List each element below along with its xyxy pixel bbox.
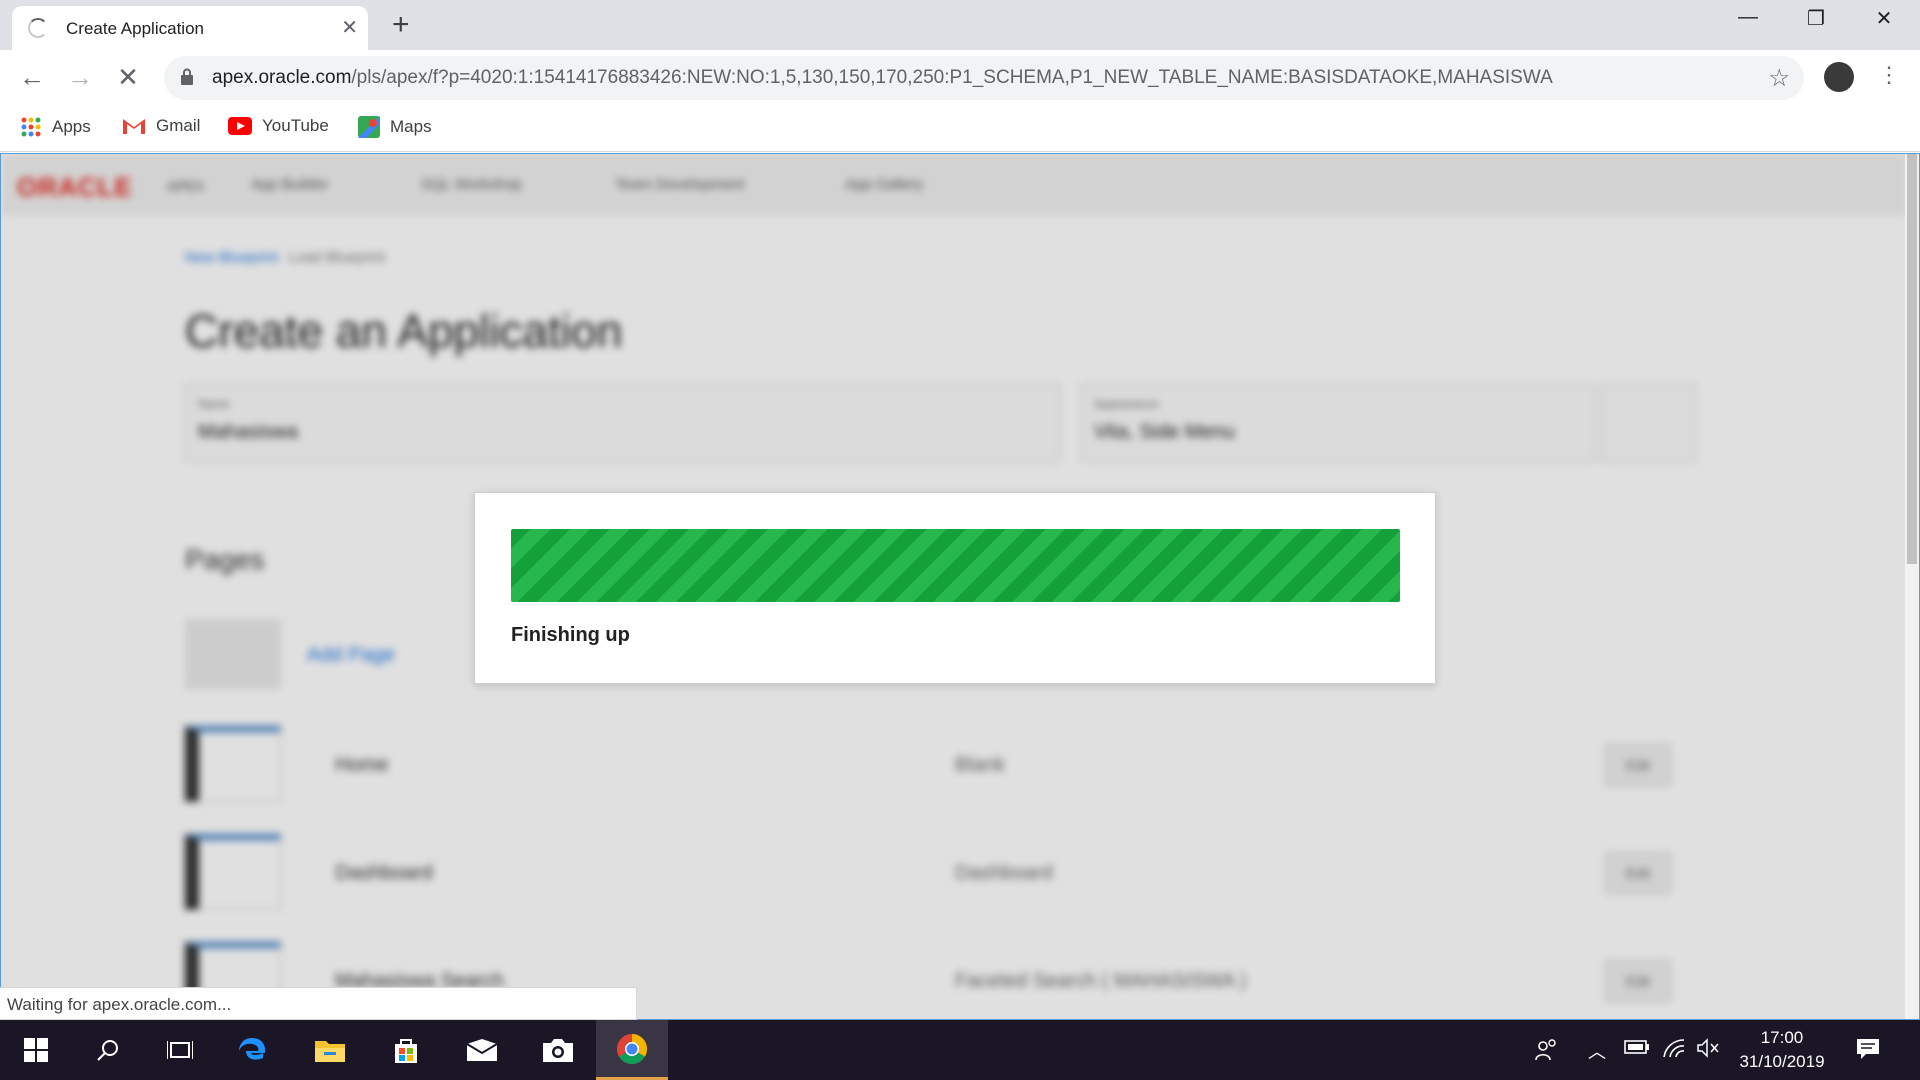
mail-icon [466,1039,498,1061]
status-text: Waiting for apex.oracle.com... [7,995,232,1014]
bookmark-label: Maps [390,117,432,136]
page-scrollbar[interactable] [1905,154,1919,1019]
apps-grid-icon [21,117,41,137]
mail-taskbar-button[interactable] [446,1020,518,1080]
close-tab-icon[interactable]: ✕ [341,15,358,40]
folder-icon [315,1041,345,1062]
start-button[interactable] [0,1020,72,1080]
close-window-button[interactable]: ✕ [1864,6,1904,31]
address-bar[interactable]: apex.oracle.com/pls/apex/f?p=4020:1:1541… [164,56,1804,100]
wifi-icon[interactable] [1662,1038,1686,1064]
forward-button[interactable]: → [64,62,96,92]
back-button[interactable]: ← [16,62,48,92]
stop-loading-button[interactable]: ✕ [112,62,144,92]
clock-time: 17:00 [1760,1028,1804,1047]
bookmarks-bar: Apps Gmail YouTube Maps [0,106,1920,152]
browser-menu-icon[interactable]: ⋮ [1878,62,1900,88]
url-host: apex.oracle.com [212,67,352,88]
chrome-icon [616,1033,648,1064]
url-path: /pls/apex/f?p=4020:1:15414176883426:NEW:… [351,67,1553,88]
browser-toolbar: ← → ✕ apex.oracle.com/pls/apex/f?p=4020:… [0,50,1920,106]
bookmark-maps[interactable]: Maps [358,116,432,138]
url-text: apex.oracle.com/pls/apex/f?p=4020:1:1541… [212,67,1553,89]
new-tab-button[interactable]: + [392,8,410,42]
tab-strip: Create Application ✕ + — ❐ ✕ [0,0,1920,50]
chrome-taskbar-button[interactable] [596,1020,668,1080]
wifi-glyph-icon [1663,1039,1685,1058]
tab-title: Create Application [66,19,204,38]
progress-bar [511,529,1400,602]
show-hidden-icons-chevron-icon[interactable]: ︿ [1588,1038,1606,1064]
browser-tab[interactable]: Create Application ✕ [12,6,368,50]
search-icon [97,1040,118,1061]
edge-icon [239,1038,266,1060]
gmail-icon [123,119,145,134]
maps-icon [358,116,380,138]
progress-message: Finishing up [511,624,630,646]
bookmark-youtube[interactable]: YouTube [228,116,329,136]
minimize-window-button[interactable]: — [1728,6,1768,29]
bookmark-label: Apps [52,117,91,136]
people-glyph-icon [1535,1039,1556,1061]
action-center-icon[interactable] [1856,1038,1880,1066]
volume-muted-icon[interactable] [1696,1038,1720,1064]
notification-glyph-icon [1857,1039,1879,1059]
bookmark-label: Gmail [156,116,201,135]
loading-spinner-icon [28,18,48,38]
store-icon [395,1039,417,1063]
bookmark-gmail[interactable]: Gmail [122,116,200,136]
progress-dialog: Finishing up [474,492,1436,684]
youtube-icon [228,117,252,135]
status-bubble: Waiting for apex.oracle.com... [0,987,637,1020]
progress-fill [511,529,1400,602]
page-viewport: ORACLE APEX App Builder SQL Workshop Tea… [0,153,1920,1020]
task-view-icon [167,1041,193,1059]
camera-icon [543,1039,573,1062]
camera-taskbar-button[interactable] [522,1020,594,1080]
clock-date: 31/10/2019 [1739,1052,1825,1071]
lock-icon [181,68,193,85]
bookmark-star-icon[interactable]: ☆ [1768,64,1790,93]
taskbar-clock[interactable]: 17:00 31/10/2019 [1722,1026,1842,1074]
windows-logo-icon [24,1038,48,1062]
restore-window-button[interactable]: ❐ [1796,6,1836,31]
search-button[interactable] [72,1020,144,1080]
scrollbar-thumb[interactable] [1907,154,1917,564]
task-view-button[interactable] [144,1020,216,1080]
bookmark-apps[interactable]: Apps [20,116,91,138]
edge-taskbar-button[interactable] [216,1020,288,1080]
people-icon[interactable] [1534,1038,1558,1068]
bookmark-label: YouTube [262,116,329,135]
speaker-mute-glyph-icon [1697,1038,1719,1058]
battery-glyph-icon [1624,1040,1649,1054]
file-explorer-taskbar-button[interactable] [294,1020,366,1080]
profile-avatar[interactable] [1824,62,1854,92]
store-taskbar-button[interactable] [370,1020,442,1080]
windows-taskbar: ︿ 17:00 31/10/2019 [0,1020,1920,1080]
battery-icon[interactable] [1624,1038,1650,1061]
